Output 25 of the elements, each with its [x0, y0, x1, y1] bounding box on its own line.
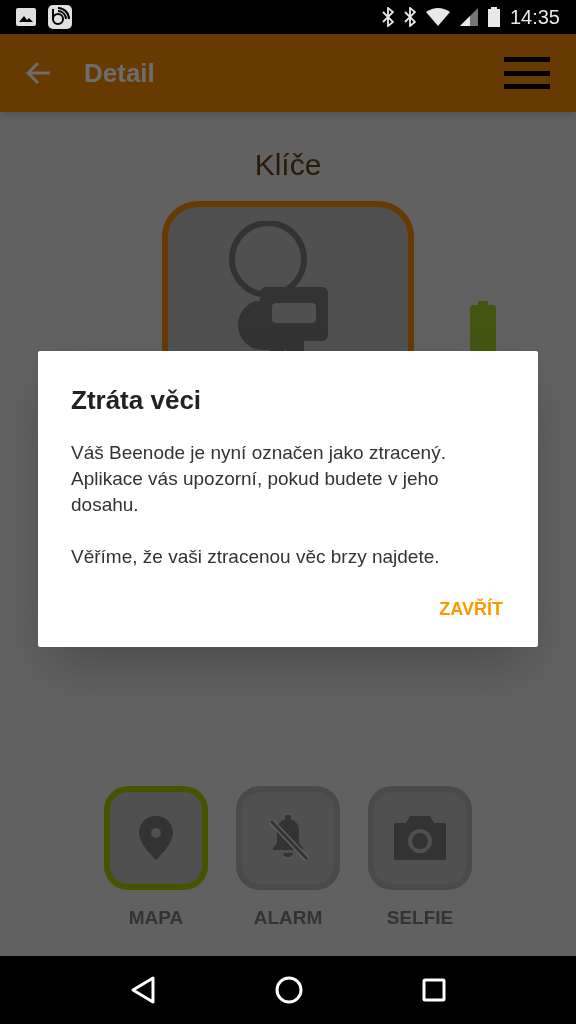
close-button[interactable]: ZAVŘÍT	[437, 596, 505, 623]
battery-level-icon	[470, 301, 496, 353]
dialog-message: Váš Beenode je nyní označen jako ztracený. Aplikace vás upozorní, pokud budete v jeho dosahu.	[71, 441, 447, 517]
app-notification-icon	[48, 5, 72, 29]
camera-icon	[394, 815, 446, 860]
app-bar-title: Detail	[84, 56, 155, 90]
action-button[interactable]	[368, 785, 472, 890]
action-button[interactable]	[236, 785, 340, 890]
battery-icon	[487, 7, 500, 27]
menu-button[interactable]	[504, 57, 550, 89]
status-time: 14:35	[509, 5, 560, 30]
dialog-title: Ztráta věci	[71, 384, 203, 417]
back-icon[interactable]	[26, 61, 52, 85]
bluetooth-icon	[381, 7, 394, 27]
item-name: Klíče	[254, 147, 322, 183]
home-nav-icon[interactable]	[275, 976, 303, 1004]
wifi-icon	[425, 8, 450, 26]
map-pin-icon	[138, 815, 174, 860]
back-nav-icon[interactable]	[129, 976, 156, 1004]
action-button[interactable]	[104, 785, 208, 890]
signal-icon	[459, 8, 478, 26]
dialog-message: Věříme, že vaši ztracenou věc brzy najdete.	[71, 545, 441, 569]
image-icon	[16, 8, 36, 26]
bluetooth-icon	[403, 7, 416, 27]
recents-nav-icon[interactable]	[422, 978, 447, 1002]
